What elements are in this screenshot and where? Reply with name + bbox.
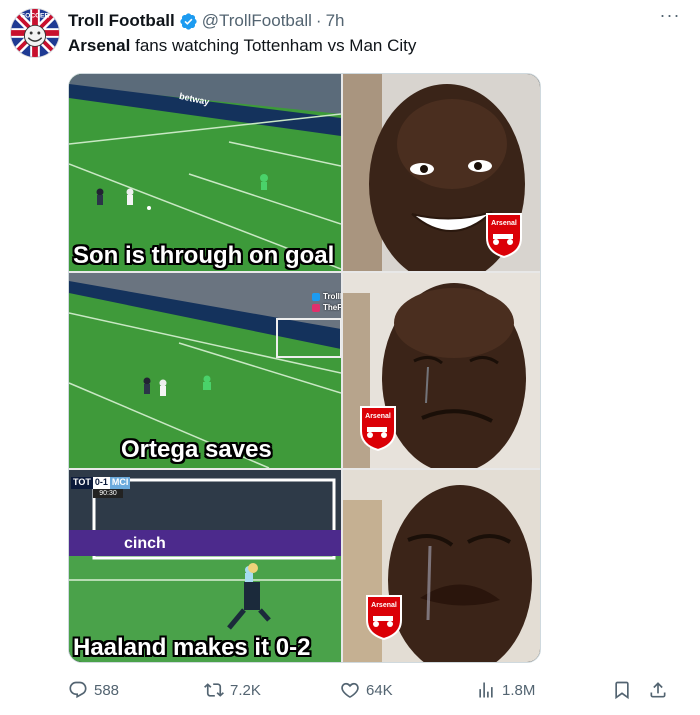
views-button[interactable]: 1.8M <box>476 676 535 704</box>
panel-divider-vertical <box>341 74 343 662</box>
profile-avatar[interactable]: SOCCER <box>10 8 60 58</box>
timestamp[interactable]: 7h <box>326 11 345 31</box>
bookmark-button[interactable] <box>612 676 632 704</box>
tweet-text-bold: Arsenal <box>68 36 131 55</box>
like-count: 64K <box>366 681 393 699</box>
svg-text:Arsenal: Arsenal <box>371 602 397 609</box>
share-button[interactable] <box>648 676 668 704</box>
svg-text:Arsenal: Arsenal <box>491 220 517 227</box>
tweet-card[interactable]: SOCCER Troll Football @TrollFootball · 7… <box>0 0 700 715</box>
verified-badge-icon[interactable] <box>179 12 198 31</box>
view-count: 1.8M <box>502 681 536 699</box>
retweet-icon <box>204 683 224 697</box>
more-options-icon[interactable]: ··· <box>658 6 682 30</box>
user-handle[interactable]: @TrollFootball <box>202 11 312 31</box>
instagram-icon <box>312 303 320 312</box>
like-button[interactable]: 64K <box>340 676 393 704</box>
caption-1: Son is through on goal <box>73 242 335 269</box>
retweet-count: 7.2K <box>230 681 261 699</box>
tweet-text: Arsenal fans watching Tottenham vs Man C… <box>68 36 416 56</box>
arsenal-badge-icon: Arsenal <box>366 595 402 640</box>
svg-text:Arsenal: Arsenal <box>365 413 391 420</box>
scorebug: TOT 0-1 MCI 90:30 <box>71 477 131 498</box>
share-icon <box>650 682 666 698</box>
arsenal-badge-icon: Arsenal <box>360 406 396 451</box>
views-chart-icon <box>479 682 493 698</box>
tweet-header: Troll Football @TrollFootball · 7h <box>68 10 650 32</box>
reply-count: 588 <box>94 681 120 699</box>
caption-3: Haaland makes it 0-2 <box>73 634 311 661</box>
caption-2: Ortega saves <box>121 436 272 463</box>
display-name[interactable]: Troll Football <box>68 11 175 31</box>
avatar-text: SOCCER <box>21 13 50 20</box>
action-bar: 588 7.2K 64K 1.8M <box>68 676 678 704</box>
separator-dot: · <box>315 11 322 30</box>
union-jack-troll-logo: SOCCER <box>11 9 59 57</box>
reply-button[interactable]: 588 <box>68 676 119 704</box>
retweet-button[interactable]: 7.2K <box>204 676 261 704</box>
arsenal-badge-icon: Arsenal <box>486 213 522 258</box>
heart-icon <box>341 682 359 698</box>
bookmark-icon <box>615 681 629 700</box>
board-text-2: cinch <box>124 535 166 552</box>
twitter-icon <box>312 292 320 301</box>
tweet-text-rest: fans watching Tottenham vs Man City <box>130 36 417 55</box>
meme-image[interactable]: Son is through on goal betway Arsenal Or… <box>68 73 541 663</box>
reply-icon <box>69 681 87 699</box>
